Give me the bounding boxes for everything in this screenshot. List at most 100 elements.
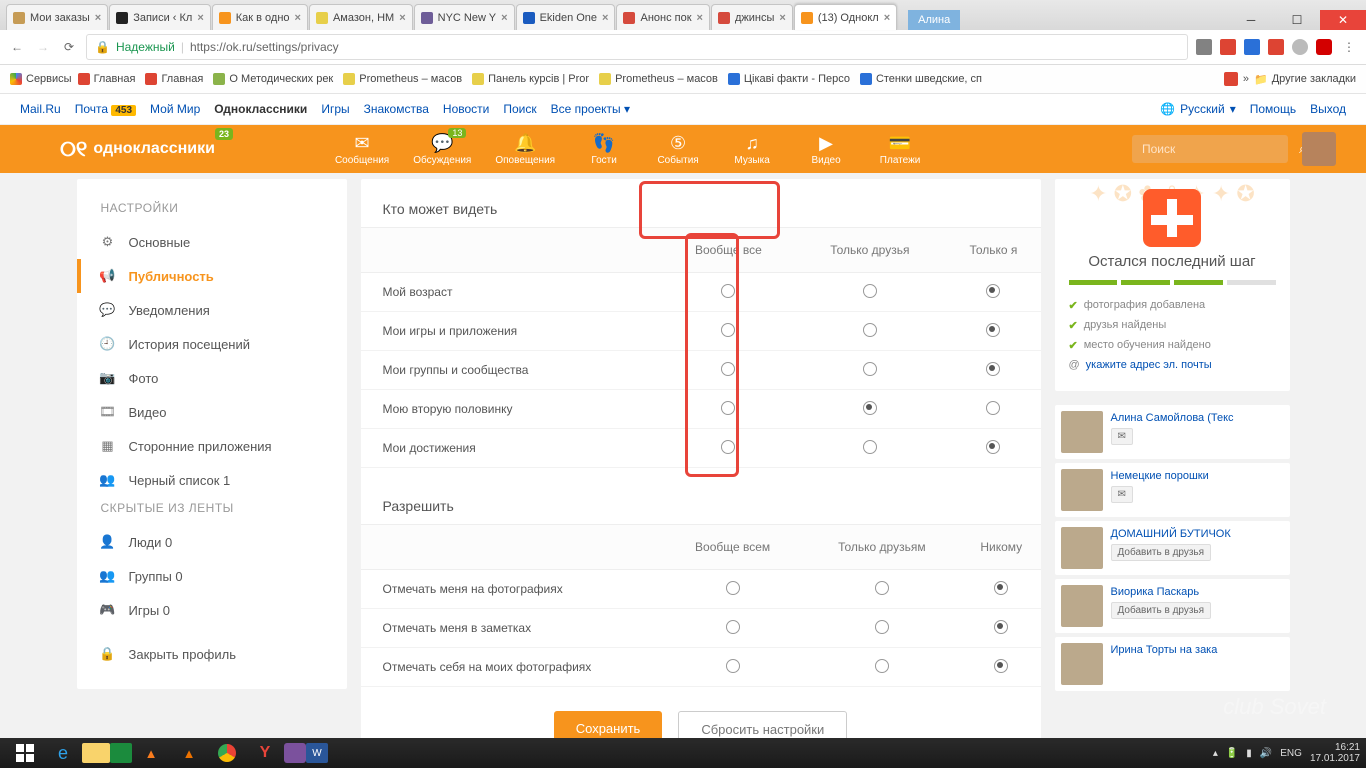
radio-option[interactable] [986,323,1000,337]
browser-tab[interactable]: Анонс пок× [616,4,709,30]
close-icon[interactable]: × [399,12,405,24]
radio-option[interactable] [863,362,877,376]
header-search[interactable]: ⌕ [1132,135,1288,163]
help-link[interactable]: Помощь [1250,102,1296,116]
ok-link[interactable]: Одноклассники [214,102,307,116]
tray-icon[interactable]: ▴ [1213,748,1218,759]
browser-tab[interactable]: NYC New Y× [414,4,515,30]
yandex-icon[interactable]: Y [246,740,284,766]
lock-profile[interactable]: 🔒Закрыть профиль [77,637,347,671]
sidebar-item[interactable]: ⚙Основные [77,225,347,259]
browser-tab[interactable]: Ekiden One× [516,4,616,30]
radio-option[interactable] [986,440,1000,454]
allprojects-link[interactable]: Все проекты ▾ [551,102,630,116]
lang-indicator[interactable]: ENG [1280,748,1302,759]
nav-item[interactable]: ▶Видео [801,133,851,166]
exit-link[interactable]: Выход [1310,102,1346,116]
bookmark[interactable]: Главная [145,73,203,85]
bookmark[interactable]: Prometheus – масов [343,73,462,85]
browser-tab[interactable]: Амазон, НМ× [309,4,413,30]
friend-card[interactable]: ДОМАШНИЙ БУТИЧОКДобавить в друзья [1055,521,1290,575]
chrome-icon[interactable] [208,740,246,766]
friend-action[interactable]: ✉ [1111,428,1133,445]
games-link[interactable]: Игры [321,102,349,116]
bookmark[interactable]: Prometheus – масов [599,73,718,85]
mymir-link[interactable]: Мой Мир [150,102,200,116]
search-link[interactable]: Поиск [503,102,536,116]
close-button[interactable]: ✕ [1320,10,1366,30]
url-field[interactable]: 🔒 Надежный | https://ok.ru/settings/priv… [86,34,1188,60]
friend-card[interactable]: Ирина Торты на зака [1055,637,1290,691]
sidebar-item[interactable]: 🎞Видео [77,395,347,429]
sidebar-item[interactable]: 👤Люди 0 [77,525,347,559]
close-icon[interactable]: × [602,12,608,24]
browser-tab[interactable]: Записи ‹ Кл× [109,4,211,30]
bookmark[interactable]: Цікаві факти - Персо [728,73,850,85]
sidebar-item[interactable]: 👥Группы 0 [77,559,347,593]
word-icon[interactable]: W [306,743,328,763]
close-icon[interactable]: × [197,12,203,24]
radio-option[interactable] [726,581,740,595]
ext-icon[interactable] [1196,39,1212,55]
friend-action[interactable]: Добавить в друзья [1111,602,1212,619]
profile-chip[interactable]: Алина [908,10,960,30]
browser-tab[interactable]: (13) Однокл× [794,4,897,30]
dating-link[interactable]: Знакомства [364,102,429,116]
radio-option[interactable] [726,659,740,673]
nav-item[interactable]: ⑤События [653,133,703,166]
task-icon[interactable]: ▲ [132,740,170,766]
sidebar-item[interactable]: 👥Черный список 1 [77,463,347,497]
close-icon[interactable]: × [295,12,301,24]
explorer-icon[interactable] [82,743,110,763]
radio-option[interactable] [986,284,1000,298]
mail-link[interactable]: Почта [75,102,108,116]
sidebar-item[interactable]: 📢Публичность [77,259,347,293]
bookmark[interactable]: Главная [78,73,136,85]
radio-option[interactable] [721,362,735,376]
close-icon[interactable]: × [95,12,101,24]
avatar[interactable] [1302,132,1336,166]
radio-option[interactable] [986,362,1000,376]
radio-option[interactable] [994,620,1008,634]
radio-option[interactable] [726,620,740,634]
language-switch[interactable]: 🌐Русский ▾ [1160,102,1236,116]
menu-button[interactable]: ⋮ [1340,40,1358,54]
radio-option[interactable] [863,440,877,454]
radio-option[interactable] [721,284,735,298]
nav-item[interactable]: ♫Музыка [727,133,777,166]
close-icon[interactable]: × [697,12,703,24]
start-button[interactable] [6,740,44,766]
sidebar-item[interactable]: 💬Уведомления [77,293,347,327]
browser-tab[interactable]: Мои заказы× [6,4,108,30]
sidebar-item[interactable]: 📷Фото [77,361,347,395]
viber-icon[interactable] [284,743,306,763]
sidebar-item[interactable]: 🕘История посещений [77,327,347,361]
ext-icon[interactable] [1220,39,1236,55]
nav-item[interactable]: 💬Обсуждения13 [413,133,471,166]
radio-option[interactable] [994,659,1008,673]
sidebar-item[interactable]: 🎮Игры 0 [77,593,347,627]
apps-shortcut[interactable]: Сервисы [10,73,72,85]
radio-option[interactable] [863,323,877,337]
close-icon[interactable]: × [779,12,785,24]
radio-option[interactable] [721,323,735,337]
minimize-button[interactable]: ─ [1228,10,1274,30]
radio-option[interactable] [994,581,1008,595]
network-icon[interactable]: ▮ [1246,748,1252,759]
radio-option[interactable] [986,401,1000,415]
volume-icon[interactable]: 🔊 [1260,748,1272,759]
close-icon[interactable]: × [884,12,890,24]
friend-card[interactable]: Виорика ПаскарьДобавить в друзья [1055,579,1290,633]
friend-card[interactable]: Алина Самойлова (Текс✉ [1055,405,1290,459]
bookmark[interactable]: Стенки шведские, сп [860,73,982,85]
radio-option[interactable] [863,401,877,415]
ext-icon[interactable] [1244,39,1260,55]
friend-action[interactable]: ✉ [1111,486,1133,503]
battery-icon[interactable]: 🔋 [1226,748,1238,759]
ie-icon[interactable]: e [44,740,82,766]
bookmark[interactable]: Панель курсів | Pror [472,73,589,85]
ok-logo[interactable]: ୦୧одноклассники23 [60,136,215,162]
browser-tab[interactable]: Как в одно× [212,4,308,30]
radio-option[interactable] [863,284,877,298]
radio-option[interactable] [875,581,889,595]
